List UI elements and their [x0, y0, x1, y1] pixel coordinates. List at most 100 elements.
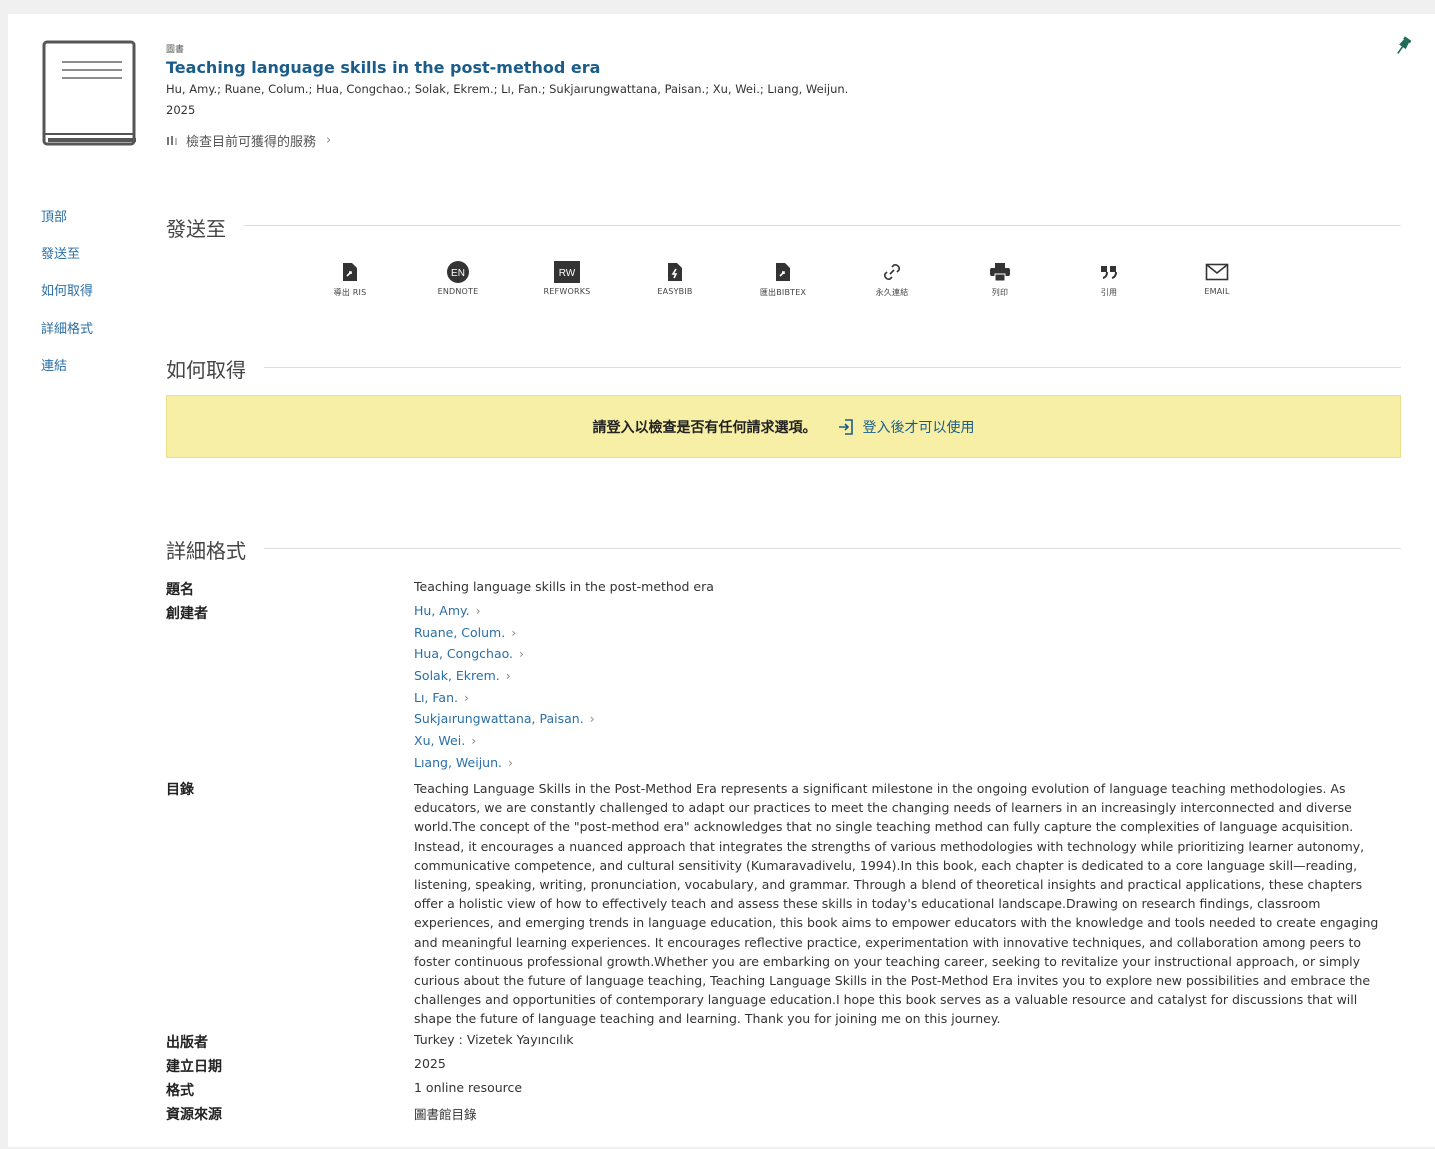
toc-line: world.The concept of the "post-method er…	[414, 819, 1354, 835]
details-heading: 詳細格式	[166, 535, 264, 564]
how-to-get-heading: 如何取得	[166, 354, 264, 383]
pin-icon[interactable]	[1394, 36, 1412, 56]
chevron-right-icon: ›	[471, 733, 477, 748]
creator-name: Xu, Wei.	[414, 733, 466, 748]
easybib-label: EASYBIB	[657, 287, 693, 296]
email-button[interactable]: EMAIL	[1172, 260, 1262, 296]
creator-name: Sukjaırungwattana, Paisan.	[414, 711, 584, 726]
svg-text:EN: EN	[451, 268, 465, 279]
toc-line: Instead, it encourages a nuanced approac…	[414, 838, 1365, 854]
creator-field-label: 創建者	[166, 606, 208, 622]
toc-line: Teaching Language Skills in the Post-Met…	[414, 781, 1346, 796]
print-button[interactable]: 列印	[955, 260, 1045, 298]
citation-button[interactable]: 引用	[1064, 260, 1154, 298]
send-to-heading: 發送至	[166, 213, 244, 242]
login-notice-banner: 請登入以檢查是否有任何請求選項。 登入後才可以使用	[166, 395, 1401, 458]
availability-label: 檢查目前可獲得的服務	[186, 135, 317, 150]
record-year: 2025	[166, 103, 196, 117]
chevron-right-icon: ›	[463, 690, 469, 705]
title-field-value: Teaching language skills in the post-met…	[414, 579, 714, 594]
resource-type-label: 圖書	[166, 45, 185, 55]
section-divider	[166, 225, 1401, 226]
nav-link-links[interactable]: 連結	[41, 355, 67, 374]
creator-name: Ruane, Colum.	[414, 625, 506, 640]
creator-link[interactable]: Hua, Congchao. ›	[414, 646, 524, 661]
sign-in-label: 登入後才可以使用	[862, 419, 975, 436]
created-date-field-value: 2025	[414, 1056, 446, 1071]
svg-text:RW: RW	[559, 268, 576, 279]
creator-name: Lıang, Weijun.	[414, 755, 502, 770]
created-date-field-label: 建立日期	[166, 1059, 222, 1075]
citation-icon	[1101, 266, 1117, 279]
record-title-link[interactable]: Teaching language skills in the post-met…	[166, 58, 600, 77]
section-divider	[166, 548, 1401, 549]
chevron-right-icon: ›	[519, 646, 525, 661]
nav-link-how-to-get[interactable]: 如何取得	[41, 280, 93, 299]
toc-line: challenges and opportunities of contempo…	[414, 992, 1358, 1008]
toc-field-value: Teaching Language Skills in the Post-Met…	[414, 779, 1400, 1029]
publisher-field-value: Turkey : Vizetek Yayıncılık	[414, 1032, 574, 1047]
print-icon	[990, 263, 1010, 282]
publisher-field-label: 出版者	[166, 1035, 208, 1051]
easybib-button[interactable]: EASYBIB	[630, 260, 720, 296]
availability-link[interactable]: 檢查目前可獲得的服務 ›	[166, 131, 331, 150]
permalink-icon	[884, 264, 900, 280]
permalink-label: 永久連結	[875, 288, 909, 297]
chevron-right-icon: ›	[475, 603, 481, 618]
email-label: EMAIL	[1204, 287, 1230, 296]
endnote-icon: EN	[447, 261, 469, 283]
format-field-value: 1 online resource	[414, 1080, 523, 1095]
toc-line: experiences, and emerging trends in lang…	[414, 915, 1379, 931]
toc-line: curious about the future of language tea…	[414, 973, 1371, 989]
title-field-label: 題名	[166, 582, 194, 598]
format-field-label: 格式	[166, 1083, 194, 1099]
refworks-button[interactable]: RW REFWORKS	[522, 260, 612, 296]
toc-line: communicative competence, and cultural s…	[414, 857, 1358, 873]
toc-line: and meaningful learning experiences. It …	[414, 934, 1362, 950]
export-ris-button[interactable]: 導出 RIS	[305, 260, 395, 298]
sign-in-link[interactable]: 登入後才可以使用	[837, 417, 975, 437]
creator-link[interactable]: Hu, Amy. ›	[414, 603, 481, 618]
export-bibtex-label: 匯出BIBTEX	[759, 288, 807, 297]
chevron-right-icon: ›	[511, 625, 517, 640]
nav-link-send-to[interactable]: 發送至	[41, 243, 80, 262]
source-field-value: 圖書館目錄	[414, 1107, 477, 1122]
export-ris-label: 導出 RIS	[333, 288, 367, 297]
nav-link-details[interactable]: 詳細格式	[41, 318, 93, 337]
toc-line: offer a holistic view of how to effectiv…	[414, 896, 1321, 912]
creator-name: Hua, Congchao.	[414, 646, 514, 661]
chevron-right-icon: ›	[505, 668, 511, 683]
chevron-right-icon: ›	[589, 711, 595, 726]
toc-field-label: 目錄	[166, 782, 194, 798]
creator-link[interactable]: Lı, Fan. ›	[414, 690, 469, 705]
creator-link[interactable]: Xu, Wei. ›	[414, 733, 476, 748]
toc-line: educators, we are constantly challenged …	[414, 800, 1352, 816]
creator-link[interactable]: Ruane, Colum. ›	[414, 625, 516, 640]
creator-link[interactable]: Solak, Ekrem. ›	[414, 668, 511, 683]
creator-link[interactable]: Sukjaırungwattana, Paisan. ›	[414, 711, 595, 726]
record-authors: Hu, Amy.; Ruane, Colum.; Hua, Congchao.;…	[166, 82, 849, 96]
creator-name: Hu, Amy.	[414, 603, 470, 618]
availability-status-icon	[167, 135, 177, 145]
print-label: 列印	[991, 288, 1009, 297]
endnote-button[interactable]: EN ENDNOTE	[413, 260, 503, 296]
login-notice-text: 請登入以檢查是否有任何請求選項。	[592, 419, 817, 436]
endnote-label: ENDNOTE	[437, 287, 479, 296]
chevron-right-icon: ›	[507, 755, 513, 770]
book-cover-icon	[42, 40, 136, 146]
section-divider	[166, 367, 1401, 368]
creator-name: Lı, Fan.	[414, 690, 458, 705]
creator-link[interactable]: Lıang, Weijun. ›	[414, 755, 513, 770]
record-full-view: 圖書 Teaching language skills in the post-…	[8, 14, 1435, 1147]
export-bibtex-button[interactable]: 匯出BIBTEX	[738, 260, 828, 298]
chevron-right-icon: ›	[326, 133, 332, 148]
source-field-label: 資源來源	[166, 1107, 222, 1123]
permalink-button[interactable]: 永久連結	[847, 260, 937, 298]
easybib-icon	[668, 263, 682, 281]
email-icon	[1205, 263, 1229, 281]
creator-name: Solak, Ekrem.	[414, 668, 500, 683]
refworks-label: REFWORKS	[543, 287, 591, 296]
toc-line: listening, speaking, writing, pronunciat…	[414, 877, 1363, 893]
citation-label: 引用	[1100, 288, 1118, 297]
nav-link-top[interactable]: 頂部	[41, 206, 67, 225]
